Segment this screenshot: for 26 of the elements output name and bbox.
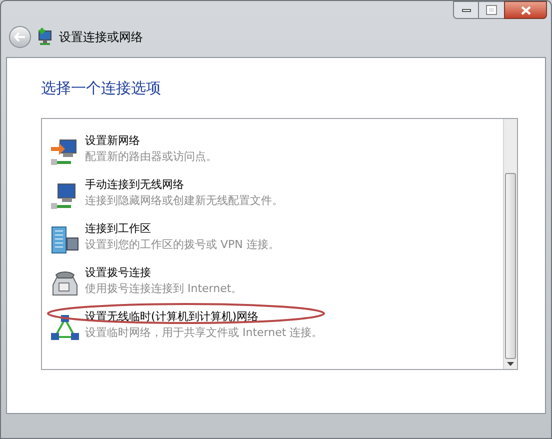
option-title[interactable]: 手动连接到无线网络 xyxy=(85,176,184,192)
close-icon xyxy=(520,6,530,14)
network-monitor-icon xyxy=(37,28,53,46)
close-button[interactable] xyxy=(504,1,547,19)
scroll-down-icon[interactable] xyxy=(507,362,514,366)
option-title[interactable]: 设置新网络 xyxy=(85,132,140,148)
option-title[interactable]: 设置拨号连接 xyxy=(85,264,151,280)
option-description: 设置临时网络，用于共享文件或 Internet 连接。 xyxy=(85,324,323,340)
back-button[interactable] xyxy=(9,26,31,48)
option-description: 使用拨号连接连接到 Internet。 xyxy=(85,280,242,296)
building-icon xyxy=(50,224,80,254)
page-heading: 选择一个连接选项 xyxy=(41,78,161,99)
option-description: 连接到隐藏网络或创建新无线配置文件。 xyxy=(85,192,283,208)
option-description: 设置到您的工作区的拨号或 VPN 连接。 xyxy=(85,236,280,252)
minimize-icon xyxy=(462,8,470,12)
back-arrow-icon xyxy=(14,32,26,42)
minimize-button[interactable] xyxy=(453,1,479,19)
scrollbar[interactable] xyxy=(503,118,517,368)
maximize-icon xyxy=(487,6,496,14)
window-title: 设置连接或网络 xyxy=(59,29,143,46)
scrollbar-thumb[interactable] xyxy=(505,172,516,358)
telephone-icon xyxy=(50,268,80,298)
maximize-button[interactable] xyxy=(479,1,504,19)
option-description: 配置新的路由器或访问点。 xyxy=(85,148,217,164)
option-title[interactable]: 连接到工作区 xyxy=(85,220,151,236)
network-nodes-icon xyxy=(50,312,80,342)
